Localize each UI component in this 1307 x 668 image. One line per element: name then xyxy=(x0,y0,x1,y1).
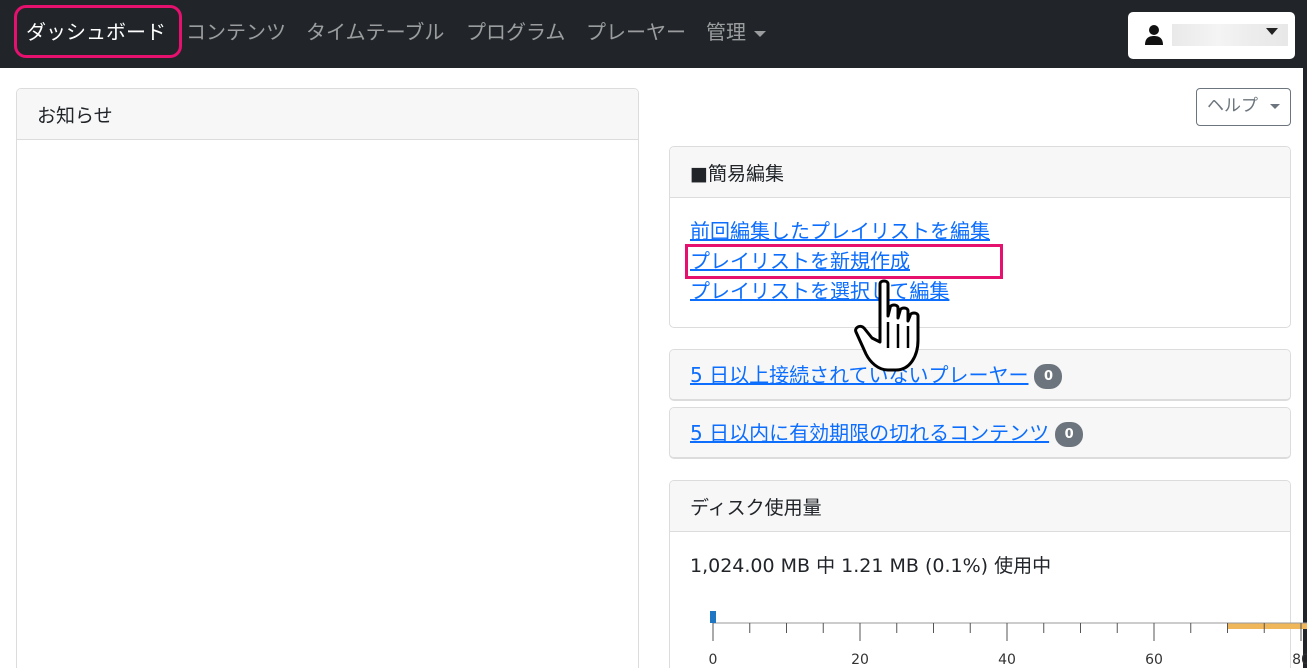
x-tick-label: 20 xyxy=(851,652,869,668)
inactive-players-count-badge: 0 xyxy=(1034,364,1063,389)
user-icon xyxy=(1145,25,1163,45)
nav-program[interactable]: プログラム xyxy=(466,18,565,46)
disk-usage-summary: 1,024.00 MB 中 1.21 MB (0.1%) 使用中 xyxy=(690,555,1052,577)
chevron-down-icon xyxy=(754,30,766,37)
hand-pointer-cursor-icon xyxy=(854,279,920,372)
used-bar xyxy=(710,611,716,623)
expiring-contents-count-badge: 0 xyxy=(1055,422,1084,447)
chevron-down-icon xyxy=(1266,28,1278,35)
expiring-contents-label: 5 日以内に有効期限の切れるコンテンツ xyxy=(690,421,1050,445)
quick-edit-title: ■簡易編集 xyxy=(670,147,1290,198)
notice-card-title: お知らせ xyxy=(17,89,638,140)
disk-usage-chart: 0 20 40 60 80 xyxy=(709,611,1307,668)
x-tick-label: 80 xyxy=(1292,652,1307,668)
page-edge xyxy=(1303,68,1307,668)
highlight-new-playlist xyxy=(685,244,1003,279)
nav-dashboard[interactable]: ダッシュボード xyxy=(26,18,166,46)
expiring-contents-link[interactable]: 5 日以内に有効期限の切れるコンテンツ 0 xyxy=(690,419,1084,447)
disk-usage-title: ディスク使用量 xyxy=(670,481,1290,532)
nav-player[interactable]: プレーヤー xyxy=(586,18,686,46)
nav-contents[interactable]: コンテンツ xyxy=(186,18,286,46)
x-tick-label: 60 xyxy=(1145,652,1163,668)
x-tick-label: 40 xyxy=(998,652,1016,668)
help-dropdown-button[interactable]: ヘルプ xyxy=(1196,88,1291,126)
x-tick-label: 0 xyxy=(709,652,718,668)
help-label: ヘルプ xyxy=(1207,96,1258,116)
chevron-down-icon xyxy=(1270,104,1280,109)
nav-admin-label: 管理 xyxy=(706,20,746,44)
notice-card: お知らせ xyxy=(16,88,639,668)
edit-last-playlist-link[interactable]: 前回編集したプレイリストを編集 xyxy=(690,217,990,245)
warning-zone-bar xyxy=(1227,623,1307,629)
user-menu-button[interactable] xyxy=(1128,12,1295,59)
top-navbar: ダッシュボード コンテンツ タイムテーブル プログラム プレーヤー 管理 xyxy=(0,0,1307,68)
nav-admin-dropdown[interactable]: 管理 xyxy=(706,18,766,46)
nav-timetable[interactable]: タイムテーブル xyxy=(306,18,444,46)
